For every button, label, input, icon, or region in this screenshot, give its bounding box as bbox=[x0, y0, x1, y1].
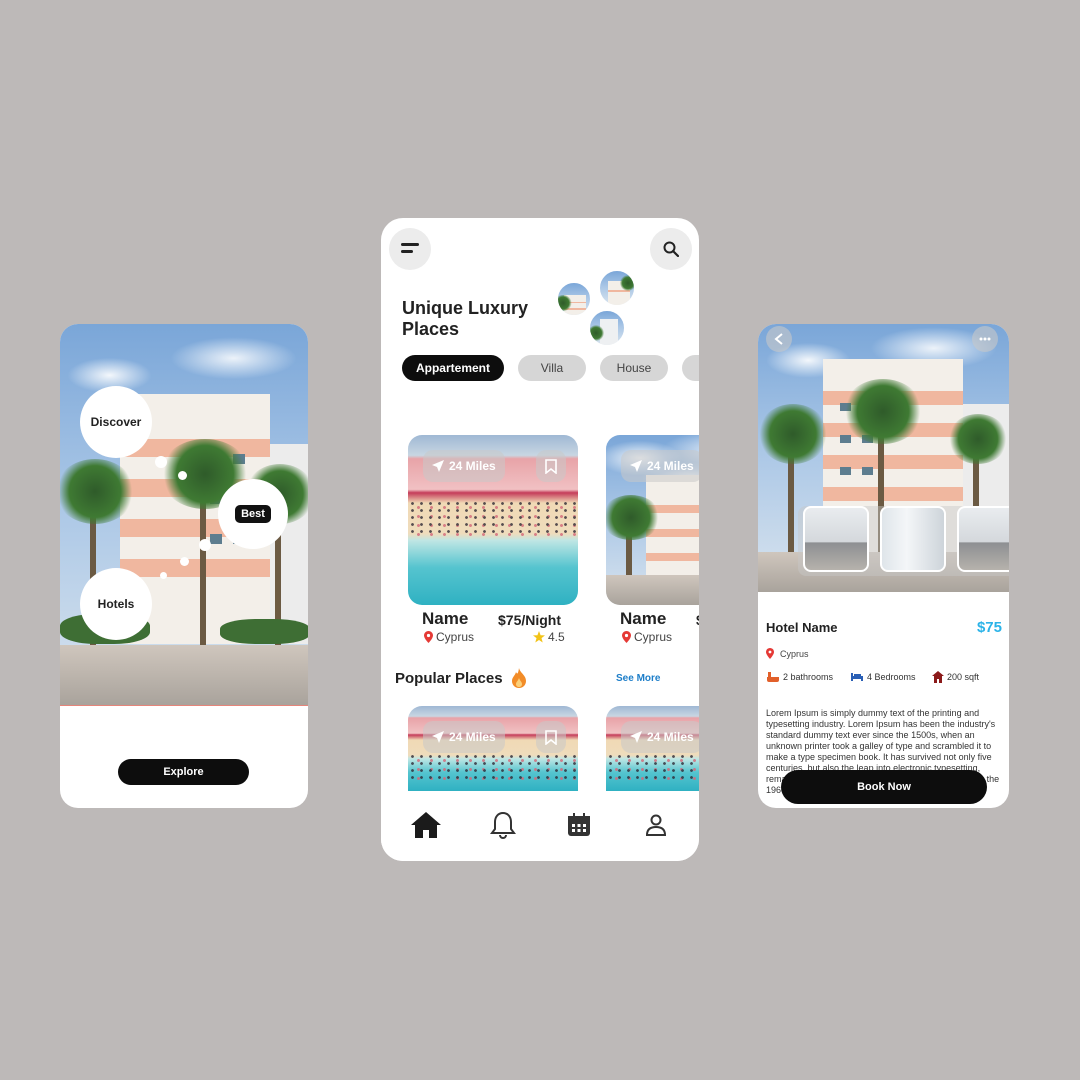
gallery-image[interactable] bbox=[803, 506, 869, 572]
calendar-icon bbox=[568, 813, 590, 836]
discover-bubble[interactable]: Discover bbox=[80, 386, 152, 458]
more-button[interactable] bbox=[972, 326, 998, 352]
category-chips: Appartement Villa House bbox=[402, 355, 699, 381]
place-card[interactable]: 24 Miles Name $75/Night Cyprus 4.5 bbox=[408, 435, 578, 645]
pin-icon bbox=[622, 631, 631, 643]
distance-badge: 24 Miles bbox=[423, 450, 505, 482]
place-name: Name bbox=[620, 609, 667, 628]
area-text: 200 sqft bbox=[947, 672, 980, 682]
amenity-area: 200 sqft bbox=[932, 671, 979, 683]
hotel-price: $75 bbox=[976, 619, 1002, 636]
menu-icon bbox=[401, 243, 419, 253]
popular-card[interactable]: 24 Miles bbox=[606, 706, 699, 791]
bathrooms-text: 2 bathrooms bbox=[783, 672, 834, 682]
bookmark-button[interactable] bbox=[536, 450, 566, 482]
navigation-icon bbox=[630, 460, 642, 472]
location-text: Cyprus bbox=[436, 630, 475, 644]
navigation-icon bbox=[432, 731, 444, 743]
featured-thumb[interactable] bbox=[557, 282, 591, 316]
bookmark-button[interactable] bbox=[536, 721, 566, 753]
best-label: Best bbox=[235, 505, 271, 523]
detail-screen: Hotel Name $75 Cyprus 2 bathrooms 4 Bedr… bbox=[758, 324, 1009, 808]
chevron-left-icon bbox=[774, 333, 783, 345]
bell-icon bbox=[490, 811, 516, 839]
featured-thumb[interactable] bbox=[589, 310, 625, 346]
pin-icon bbox=[766, 648, 774, 659]
home-icon bbox=[411, 812, 441, 838]
nav-profile[interactable] bbox=[639, 808, 673, 842]
hotel-name: Hotel Name bbox=[766, 620, 838, 635]
more-icon bbox=[979, 337, 991, 341]
nav-home[interactable] bbox=[409, 808, 443, 842]
popular-heading: Popular Places bbox=[395, 668, 527, 688]
hotels-label: Hotels bbox=[97, 597, 135, 611]
gallery-image[interactable] bbox=[880, 506, 946, 572]
nav-calendar[interactable] bbox=[562, 808, 596, 842]
distance-text: 24 Miles bbox=[449, 459, 496, 473]
best-bubble[interactable]: Best bbox=[218, 479, 288, 549]
distance-text: 24 Miles bbox=[449, 730, 496, 744]
location-text: Cyprus bbox=[780, 648, 809, 659]
distance-badge: 24 Miles bbox=[621, 721, 699, 753]
place-card[interactable]: 24 Miles Name $ Cyprus bbox=[606, 435, 699, 645]
hotels-bubble[interactable]: Hotels bbox=[80, 568, 152, 640]
place-rating: 4.5 bbox=[533, 630, 565, 644]
connector-dot bbox=[160, 572, 167, 579]
nav-notifications[interactable] bbox=[486, 808, 520, 842]
hotel-location: Cyprus bbox=[766, 648, 809, 659]
distance-badge: 24 Miles bbox=[621, 450, 699, 482]
featured-thumb[interactable] bbox=[599, 270, 635, 306]
place-location: Cyprus bbox=[424, 630, 474, 644]
chip-more[interactable] bbox=[682, 355, 699, 381]
bookmark-icon bbox=[545, 458, 557, 474]
gallery-image[interactable] bbox=[957, 506, 1009, 572]
user-icon bbox=[645, 814, 667, 836]
page-title: Unique Luxury Places bbox=[402, 298, 529, 339]
amenity-bathrooms: 2 bathrooms bbox=[766, 671, 833, 683]
flame-icon bbox=[511, 668, 526, 688]
home-screen: Unique Luxury Places Appartement Villa H… bbox=[381, 218, 699, 861]
popular-title: Popular Places bbox=[395, 669, 503, 687]
pin-icon bbox=[424, 631, 433, 643]
popular-card[interactable]: 24 Miles bbox=[408, 706, 578, 791]
distance-text: 24 Miles bbox=[647, 459, 694, 473]
place-price: $75/Night bbox=[498, 612, 562, 628]
place-location: Cyprus bbox=[622, 630, 672, 644]
explore-button[interactable]: Explore bbox=[118, 759, 249, 785]
back-button[interactable] bbox=[766, 326, 792, 352]
chip-villa[interactable]: Villa bbox=[518, 355, 586, 381]
search-icon bbox=[663, 241, 679, 257]
chip-appartement[interactable]: Appartement bbox=[402, 355, 504, 381]
chip-house[interactable]: House bbox=[600, 355, 668, 381]
place-price: $ bbox=[696, 612, 699, 628]
navigation-icon bbox=[432, 460, 444, 472]
distance-badge: 24 Miles bbox=[423, 721, 505, 753]
bookmark-icon bbox=[545, 729, 557, 745]
menu-button[interactable] bbox=[389, 228, 431, 270]
connector-dot bbox=[199, 539, 211, 551]
location-text: Cyprus bbox=[634, 630, 673, 644]
house-icon bbox=[932, 671, 944, 683]
bottom-nav bbox=[381, 791, 699, 861]
see-more-link[interactable]: See More bbox=[616, 673, 660, 684]
connector-dot bbox=[155, 456, 167, 468]
navigation-icon bbox=[630, 731, 642, 743]
bathtub-icon bbox=[767, 672, 779, 682]
distance-text: 24 Miles bbox=[647, 730, 694, 744]
discover-label: Discover bbox=[90, 415, 142, 429]
bed-icon bbox=[851, 673, 863, 681]
book-now-button[interactable]: Book Now bbox=[781, 770, 987, 804]
star-icon bbox=[533, 631, 545, 643]
connector-dot bbox=[180, 557, 189, 566]
rating-text: 4.5 bbox=[548, 630, 565, 644]
place-name: Name bbox=[422, 609, 469, 628]
search-button[interactable] bbox=[650, 228, 692, 270]
amenity-bedrooms: 4 Bedrooms bbox=[850, 671, 916, 682]
photo-gallery bbox=[798, 506, 1009, 576]
bedrooms-text: 4 Bedrooms bbox=[867, 671, 916, 682]
onboarding-screen: Discover Best Hotels Explore bbox=[60, 324, 308, 808]
connector-dot bbox=[178, 471, 187, 480]
